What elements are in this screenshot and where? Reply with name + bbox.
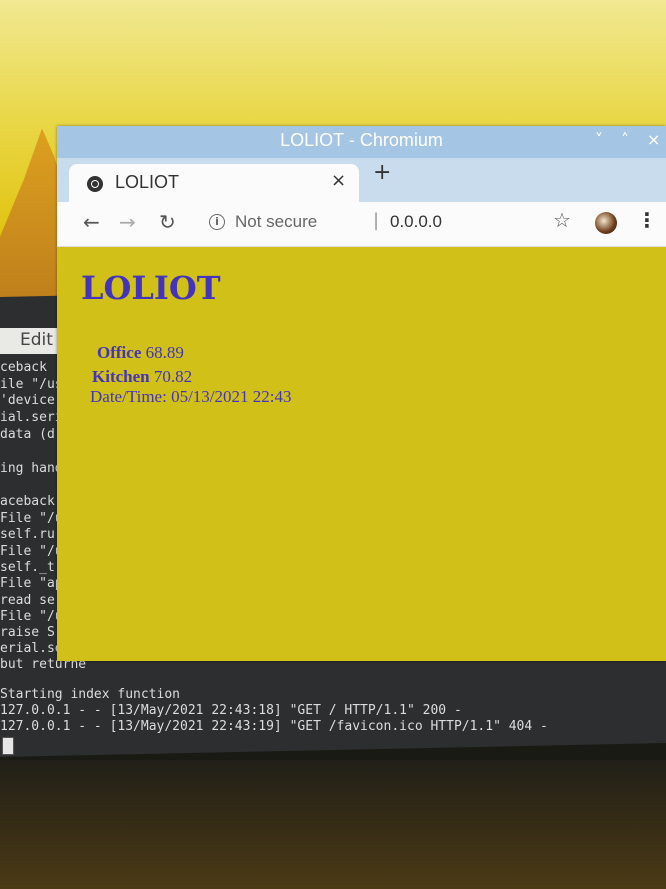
- terminal-menu-edit[interactable]: Edit: [20, 330, 53, 350]
- tab-close-icon[interactable]: ×: [331, 170, 346, 191]
- terminal-log-line: 127.0.0.1 - - [13/May/2021 22:43:18] "GE…: [0, 704, 462, 718]
- terminal-cursor: [2, 737, 14, 755]
- minimize-icon[interactable]: ˅: [595, 130, 603, 149]
- page-title: LOLIOT: [81, 269, 221, 307]
- reading-office: Office 68.89: [97, 343, 184, 363]
- browser-titlebar[interactable]: LOLIOT - Chromium ˅ ˄ ×: [57, 126, 666, 158]
- datetime-value: 05/13/2021 22:43: [171, 387, 292, 406]
- url-separator: |: [373, 210, 380, 231]
- desk-surface: [0, 760, 666, 889]
- globe-icon: [87, 176, 103, 192]
- reading-value: 70.82: [153, 367, 193, 386]
- datetime-line: Date/Time: 05/13/2021 22:43: [90, 387, 292, 407]
- info-icon[interactable]: i: [209, 214, 225, 230]
- tab-loliot[interactable]: LOLIOT ×: [69, 164, 359, 202]
- reading-label: Kitchen: [92, 367, 150, 386]
- tab-strip: LOLIOT × +: [57, 158, 666, 202]
- profile-avatar-icon[interactable]: [595, 212, 617, 234]
- reading-label: Office: [97, 343, 142, 362]
- forward-arrow-icon[interactable]: →: [119, 210, 136, 234]
- tab-title: LOLIOT: [115, 172, 180, 192]
- datetime-label: Date/Time:: [90, 387, 167, 406]
- terminal-log-line: 127.0.0.1 - - [13/May/2021 22:43:19] "GE…: [0, 720, 548, 734]
- back-arrow-icon[interactable]: ←: [83, 210, 100, 234]
- reading-value: 68.89: [145, 343, 184, 362]
- close-window-icon[interactable]: ×: [647, 130, 660, 149]
- terminal-log-line: Starting index function: [0, 688, 181, 702]
- bookmark-star-icon[interactable]: ☆: [553, 208, 571, 232]
- kebab-menu-icon[interactable]: ⋮: [637, 208, 657, 232]
- address-bar[interactable]: 0.0.0.0: [390, 212, 442, 232]
- page-content: LOLIOT Office 68.89 Kitchen 70.82 Date/T…: [57, 247, 666, 661]
- browser-toolbar: ← → ↻ i Not secure | 0.0.0.0 ☆ ⋮: [57, 202, 666, 247]
- reading-kitchen: Kitchen 70.82: [92, 367, 192, 387]
- maximize-icon[interactable]: ˄: [621, 130, 629, 149]
- browser-window: LOLIOT - Chromium ˅ ˄ × LOLIOT × + ← → ↻…: [57, 126, 666, 661]
- new-tab-button[interactable]: +: [373, 160, 391, 185]
- security-label[interactable]: Not secure: [235, 212, 317, 232]
- window-title: LOLIOT - Chromium: [280, 130, 443, 150]
- reload-icon[interactable]: ↻: [159, 210, 176, 234]
